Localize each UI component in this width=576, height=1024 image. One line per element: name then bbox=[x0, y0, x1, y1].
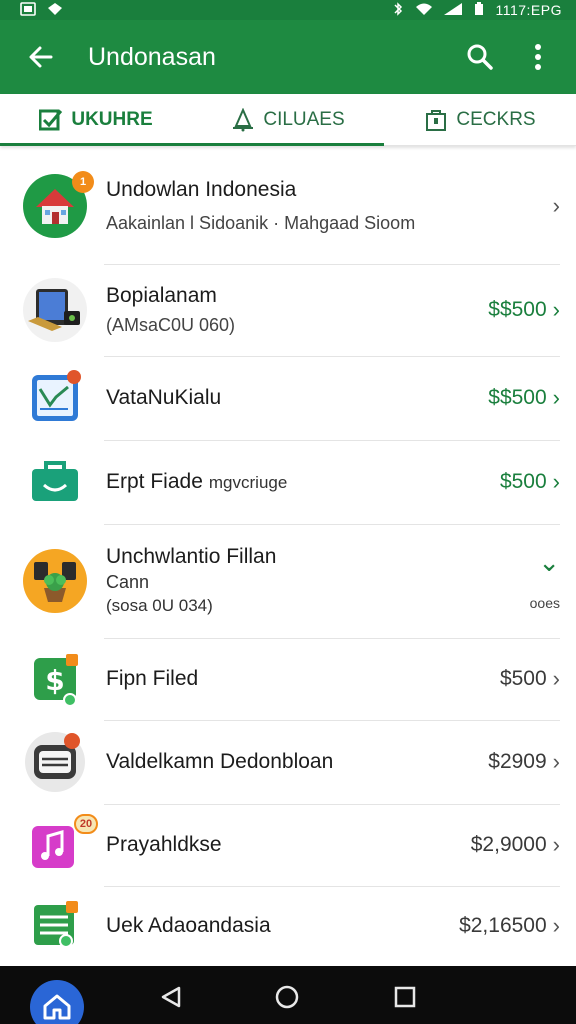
notification-badge: 1 bbox=[72, 171, 94, 193]
item-right-text: ooes bbox=[529, 595, 560, 611]
nav-home-button[interactable] bbox=[272, 982, 302, 1012]
item-title: Fipn Filed bbox=[106, 667, 199, 690]
item-price: $2,16500 bbox=[459, 914, 547, 937]
plant-icon bbox=[22, 548, 88, 614]
item-title: Valdelkamn Dedonbloan bbox=[106, 750, 334, 773]
list-icon bbox=[22, 893, 88, 959]
app-bar: Undonasan bbox=[0, 20, 576, 94]
nav-back-button[interactable] bbox=[156, 982, 186, 1012]
navigation-bar bbox=[0, 966, 576, 1024]
item-title: Bopialanam bbox=[106, 284, 217, 307]
chevron-right-icon: › bbox=[552, 913, 560, 938]
chevron-right-icon: › bbox=[552, 297, 560, 322]
search-icon bbox=[467, 44, 493, 70]
tablet-icon bbox=[22, 277, 88, 343]
tab-ukuhre[interactable]: UKUHRE bbox=[0, 94, 192, 146]
list-item[interactable]: Valdelkamn Dedonbloan $2909 › bbox=[0, 720, 576, 805]
list-item[interactable]: Erpt Fiade mgvcriuge $500 › bbox=[0, 440, 576, 525]
chevron-right-icon: › bbox=[552, 193, 560, 218]
item-title: Erpt Fiade mgvcriuge bbox=[106, 469, 500, 496]
music-icon: 20 bbox=[22, 812, 98, 878]
item-subtitle: Cann bbox=[106, 572, 150, 592]
tab-label: CILUAES bbox=[263, 108, 345, 130]
list-item[interactable]: Bopialanam (AMsaC0U 060) $$500 › bbox=[0, 264, 576, 357]
signal-icon bbox=[443, 2, 463, 19]
app-title: Undonasan bbox=[88, 42, 216, 71]
tab-ciluaes[interactable]: CILUAES bbox=[192, 94, 384, 146]
list-item[interactable]: Uek Adaoandasia $2,16500 › bbox=[0, 886, 576, 966]
item-price: $$500 bbox=[488, 386, 547, 409]
status-left bbox=[20, 1, 64, 19]
svg-text:$: $ bbox=[45, 664, 64, 697]
tab-bar: UKUHRE CILUAES CECKRS bbox=[0, 94, 576, 146]
item-subtitle: (AMsaC0U 060) bbox=[106, 315, 236, 335]
battery-icon bbox=[473, 1, 485, 19]
tab-ceckrs[interactable]: CECKRS bbox=[384, 94, 576, 145]
home-button[interactable] bbox=[30, 980, 84, 1024]
bag-icon bbox=[22, 449, 88, 515]
chevron-right-icon: › bbox=[552, 385, 560, 410]
recents-square-icon bbox=[394, 986, 416, 1008]
list-item[interactable]: VataNuKialu $$500 › bbox=[0, 356, 576, 441]
back-button[interactable] bbox=[24, 40, 58, 74]
item-price: $$500 bbox=[488, 298, 547, 321]
bell-icon bbox=[233, 107, 254, 131]
item-title: Uek Adaoandasia bbox=[106, 914, 271, 937]
nav-recents-button[interactable] bbox=[390, 982, 420, 1012]
chart-icon bbox=[22, 365, 88, 431]
item-price: $500 bbox=[499, 667, 547, 690]
item-title: Unchwlantio Fillan bbox=[106, 545, 277, 568]
list-item[interactable]: 1 Undowlan Indonesia Aakainlan l Sidoani… bbox=[0, 148, 576, 265]
notification-icon bbox=[46, 2, 64, 19]
search-button[interactable] bbox=[460, 37, 500, 77]
tab-label: CECKRS bbox=[456, 108, 536, 130]
back-triangle-icon bbox=[161, 986, 181, 1008]
chevron-down-icon[interactable]: ⌄ bbox=[538, 549, 560, 575]
card-icon bbox=[22, 729, 88, 795]
more-vert-icon bbox=[535, 44, 541, 70]
item-price: $500 bbox=[499, 470, 547, 493]
item-price: $2,9000 bbox=[470, 833, 547, 856]
item-title: Undowlan Indonesia bbox=[106, 178, 297, 201]
home-circle-icon bbox=[275, 985, 299, 1009]
status-bar: 1117:EPG bbox=[0, 0, 576, 20]
more-options-button[interactable] bbox=[518, 37, 558, 77]
list-item[interactable]: Unchwlantio Fillan Cann (sosa 0U 034) ⌄ … bbox=[0, 524, 576, 639]
chevron-right-icon: › bbox=[552, 666, 560, 691]
list-item[interactable]: 20 Prayahldkse $2,9000 › bbox=[0, 804, 576, 887]
bluetooth-icon bbox=[391, 1, 405, 19]
box-icon bbox=[426, 109, 447, 131]
item-title: Prayahldkse bbox=[106, 833, 222, 856]
home-icon bbox=[43, 994, 71, 1020]
item-subtitle-secondary: (sosa 0U 034) bbox=[106, 596, 213, 615]
dollar-icon: $ bbox=[22, 646, 88, 712]
item-title-main: Erpt Fiade bbox=[106, 469, 203, 493]
item-subtitle: Aakainlan l Sidoanik · Mahgaad Sioom bbox=[106, 213, 416, 233]
gallery-icon bbox=[20, 1, 36, 19]
check-square-icon bbox=[39, 109, 63, 130]
item-price: $2909 bbox=[488, 750, 547, 773]
item-title: VataNuKialu bbox=[106, 386, 222, 409]
item-list: 1 Undowlan Indonesia Aakainlan l Sidoani… bbox=[0, 148, 576, 966]
chevron-right-icon: › bbox=[552, 832, 560, 857]
chevron-right-icon: › bbox=[552, 749, 560, 774]
status-time: 1117:EPG bbox=[495, 2, 562, 18]
wifi-icon bbox=[415, 2, 433, 19]
tab-label: UKUHRE bbox=[71, 108, 153, 130]
chevron-right-icon: › bbox=[552, 469, 560, 494]
item-title-extra: mgvcriuge bbox=[208, 472, 288, 492]
list-item[interactable]: $ Fipn Filed $500 › bbox=[0, 638, 576, 721]
notification-badge: 20 bbox=[74, 814, 98, 834]
house-icon: 1 bbox=[22, 171, 94, 239]
status-right: 1117:EPG bbox=[391, 1, 562, 19]
arrow-left-icon bbox=[29, 46, 53, 68]
